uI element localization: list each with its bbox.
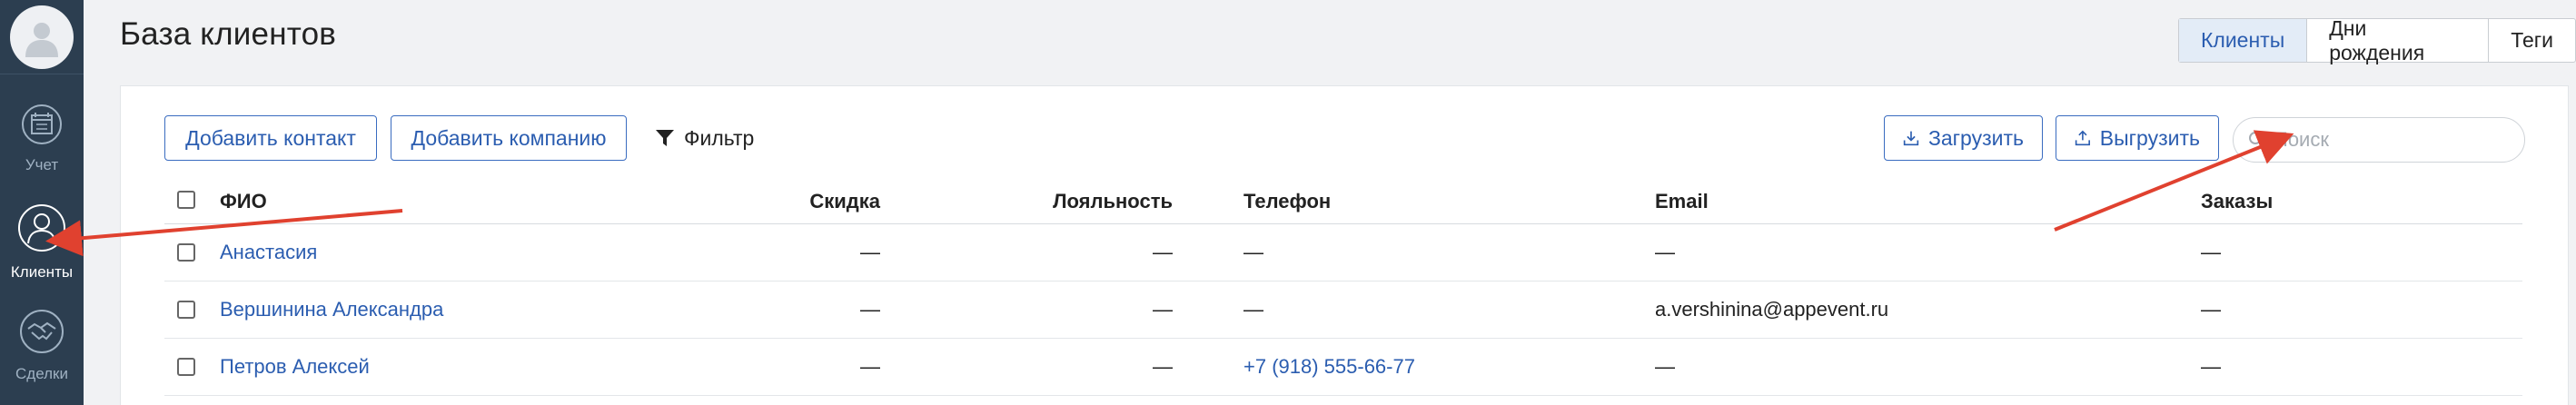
sidebar: Учет Клиенты Сделки <box>0 0 84 405</box>
column-header-discount[interactable]: Скидка <box>809 179 880 223</box>
sidebar-item-label: Учет <box>25 156 59 173</box>
calendar-icon <box>22 104 62 144</box>
phone-link[interactable]: +7 (918) 555-66-77 <box>1243 339 1415 395</box>
discount-cell: — <box>860 298 880 321</box>
filter-label: Фильтр <box>684 125 755 150</box>
filter-button[interactable]: Фильтр <box>655 115 754 161</box>
client-name-link[interactable]: Вершинина Александра <box>220 282 443 338</box>
sidebar-item-clients[interactable]: Клиенты <box>0 191 84 285</box>
view-tabs: Клиенты Дни рождения Теги <box>2178 16 2576 64</box>
discount-cell: — <box>860 355 880 378</box>
loyalty-cell: — <box>1153 241 1173 263</box>
email-cell: — <box>1655 355 1675 378</box>
tab-birthdays[interactable]: Дни рождения <box>2307 16 2490 64</box>
upload-icon <box>1903 131 1919 146</box>
user-silhouette-icon <box>25 22 58 57</box>
add-contact-label: Добавить контакт <box>185 125 356 150</box>
tab-tags[interactable]: Теги <box>2489 19 2575 62</box>
search-input[interactable] <box>2274 128 2510 152</box>
client-name-link[interactable]: Анастасия <box>220 224 317 281</box>
orders-cell: — <box>2201 355 2221 378</box>
export-label: Выгрузить <box>2099 125 2200 150</box>
clients-table: ФИО Скидка Лояльность Телефон Email Зака… <box>164 179 2522 396</box>
add-contact-button[interactable]: Добавить контакт <box>164 115 377 161</box>
sidebar-item-label: Клиенты <box>10 263 74 281</box>
column-header-loyalty[interactable]: Лояльность <box>1053 179 1173 223</box>
avatar[interactable] <box>10 5 74 69</box>
avatar-area <box>0 0 84 74</box>
loyalty-cell: — <box>1153 298 1173 321</box>
table-row: Вершинина Александра — — — a.vershinina@… <box>164 282 2522 339</box>
user-icon <box>18 204 65 252</box>
search-icon <box>2249 132 2265 148</box>
add-company-button[interactable]: Добавить компанию <box>391 115 627 161</box>
email-cell: a.vershinina@appevent.ru <box>1655 298 1889 321</box>
export-button[interactable]: Выгрузить <box>2056 115 2219 161</box>
sidebar-item-deals[interactable]: Сделки <box>0 296 84 390</box>
orders-cell: — <box>2201 241 2221 263</box>
email-cell: — <box>1655 241 1675 263</box>
column-header-email[interactable]: Email <box>1655 179 1709 223</box>
row-checkbox[interactable] <box>177 358 195 376</box>
page-title: База клиентов <box>120 16 337 52</box>
row-checkbox[interactable] <box>177 243 195 262</box>
select-all-checkbox[interactable] <box>177 190 195 209</box>
filter-icon <box>656 130 674 146</box>
table-row: Анастасия — — — — — <box>164 224 2522 282</box>
search-box[interactable] <box>2233 117 2525 163</box>
phone-cell: — <box>1243 241 1263 263</box>
row-checkbox[interactable] <box>177 301 195 319</box>
handshake-icon <box>20 310 64 353</box>
orders-cell: — <box>2201 298 2221 321</box>
table-row: Петров Алексей — — +7 (918) 555-66-77 — … <box>164 339 2522 396</box>
add-company-label: Добавить компанию <box>411 125 607 150</box>
column-header-phone[interactable]: Телефон <box>1243 179 1331 223</box>
clients-card: Добавить контакт Добавить компанию Фильт… <box>120 85 2569 405</box>
column-header-name[interactable]: ФИО <box>220 179 267 223</box>
phone-cell: — <box>1243 298 1263 321</box>
sidebar-item-label: Сделки <box>15 365 68 382</box>
tab-clients[interactable]: Клиенты <box>2179 19 2308 62</box>
upload-button[interactable]: Загрузить <box>1884 115 2043 161</box>
column-header-orders[interactable]: Заказы <box>2201 179 2273 223</box>
discount-cell: — <box>860 241 880 263</box>
upload-label: Загрузить <box>1927 125 2024 150</box>
export-icon <box>2075 130 2090 146</box>
table-header: ФИО Скидка Лояльность Телефон Email Зака… <box>164 179 2522 224</box>
sidebar-item-uchet[interactable]: Учет <box>0 91 84 185</box>
loyalty-cell: — <box>1153 355 1173 378</box>
client-name-link[interactable]: Петров Алексей <box>220 339 370 395</box>
